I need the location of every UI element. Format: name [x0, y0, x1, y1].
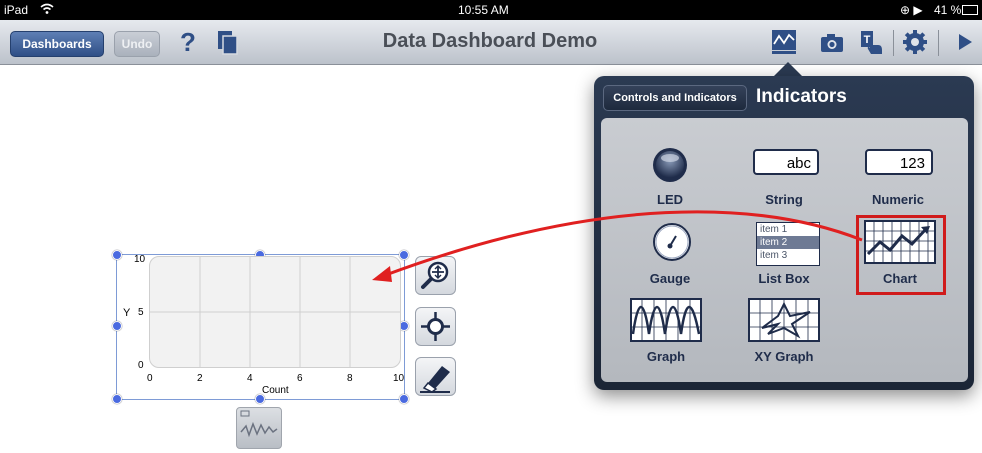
drag-arrow [372, 210, 863, 282]
